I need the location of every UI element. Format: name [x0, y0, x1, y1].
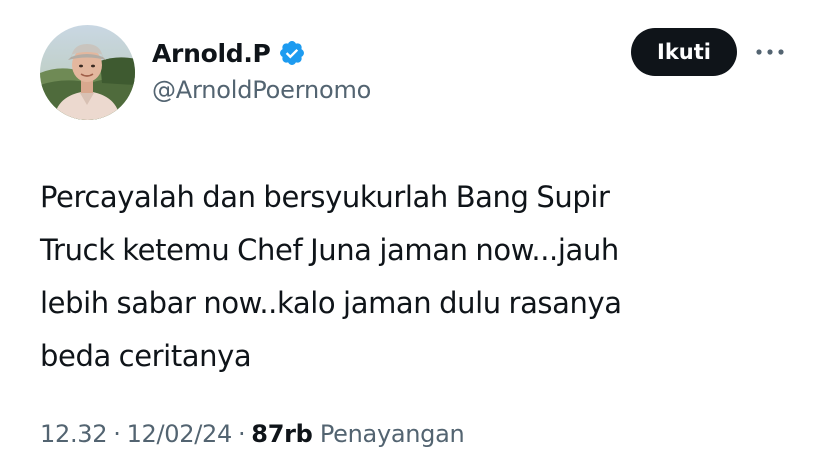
tweet-text-line: Percayalah dan bersyukurlah Bang Supir: [40, 180, 610, 214]
tweet-text-line: beda ceritanya: [40, 339, 252, 373]
tweet-time[interactable]: 12.32: [40, 420, 108, 448]
tweet-meta: 12.32 · 12/02/24 · 87rb Penayangan: [40, 420, 465, 448]
more-options-button[interactable]: [752, 40, 788, 64]
avatar-photo: [40, 25, 135, 120]
verified-badge-icon: [278, 39, 306, 67]
views-label: Penayangan: [319, 420, 465, 448]
tweet-date[interactable]: 12/02/24: [127, 420, 233, 448]
follow-button[interactable]: Ikuti: [631, 28, 737, 76]
meta-separator: ·: [237, 420, 246, 448]
author-handle[interactable]: @ArnoldPoernomo: [152, 76, 371, 104]
author-name-row[interactable]: Arnold.P: [152, 36, 306, 70]
more-horizontal-icon: [756, 49, 784, 55]
tweet-text-line: lebih sabar now..kalo jaman dulu rasanya: [40, 286, 622, 320]
tweet-text: Percayalah dan bersyukurlah Bang Supir T…: [40, 171, 780, 383]
tweet-text-line: Truck ketemu Chef Juna jaman now...jauh: [40, 233, 619, 267]
avatar[interactable]: [40, 25, 135, 120]
views-count[interactable]: 87rb: [251, 420, 313, 448]
meta-separator: ·: [113, 420, 121, 448]
author-display-name[interactable]: Arnold.P: [152, 39, 271, 68]
